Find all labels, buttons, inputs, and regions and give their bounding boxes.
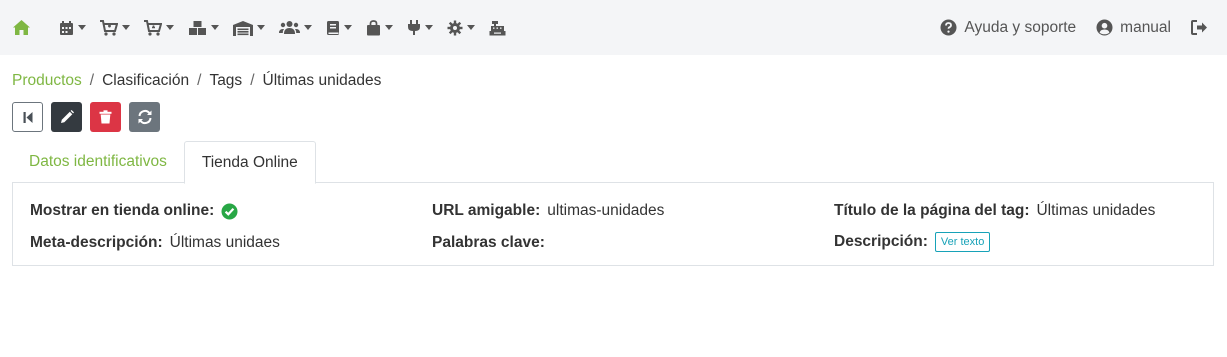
trash-icon xyxy=(99,110,112,124)
logout-link[interactable] xyxy=(1191,20,1215,35)
plug-icon xyxy=(408,20,420,35)
chevron-down-icon xyxy=(166,25,174,30)
cash-register-icon xyxy=(489,20,506,35)
users-icon xyxy=(279,21,300,34)
field-value: Últimas unidades xyxy=(1036,202,1156,219)
ver-texto-button[interactable]: Ver texto xyxy=(934,232,991,252)
field-label: Mostrar en tienda online: xyxy=(30,202,215,219)
field-label: Meta-descripción: xyxy=(30,234,163,251)
chevron-down-icon xyxy=(344,25,352,30)
help-label: Ayuda y soporte xyxy=(964,18,1077,36)
calendar-icon xyxy=(60,20,73,35)
home-link[interactable] xyxy=(12,0,39,55)
help-link[interactable]: Ayuda y soporte xyxy=(940,19,1076,37)
menu-warehouse[interactable] xyxy=(233,0,273,55)
field-titulo-pagina: Título de la página del tag: Últimas uni… xyxy=(834,202,1155,220)
field-label: Título de la página del tag: xyxy=(834,202,1030,219)
menu-pos[interactable] xyxy=(489,0,514,55)
book-icon xyxy=(327,20,339,35)
user-circle-icon xyxy=(1096,19,1113,36)
tienda-online-panel: Mostrar en tienda online: URL amigable: … xyxy=(12,182,1214,266)
edit-button[interactable] xyxy=(51,102,82,132)
main-menu xyxy=(12,0,520,55)
tab-datos-identificativos[interactable]: Datos identificativos xyxy=(12,141,184,183)
chevron-down-icon xyxy=(257,25,265,30)
field-value: Últimas unidaes xyxy=(169,234,280,251)
menu-purchases-cart[interactable] xyxy=(144,0,182,55)
check-circle-icon xyxy=(221,203,238,219)
sync-icon xyxy=(138,109,151,125)
breadcrumb-current: Últimas unidades xyxy=(262,72,382,89)
cart-icon xyxy=(144,19,162,36)
menu-calendar[interactable] xyxy=(59,0,94,55)
user-label: manual xyxy=(1120,18,1171,36)
menu-contacts[interactable] xyxy=(279,0,320,55)
pencil-icon xyxy=(60,110,74,123)
top-navbar: Ayuda y soporte manual xyxy=(0,0,1227,55)
user-link[interactable]: manual xyxy=(1096,19,1171,37)
breadcrumb-separator: / xyxy=(250,72,255,89)
field-descripcion: Descripción: Ver texto xyxy=(834,232,991,252)
boxes-icon xyxy=(189,20,206,35)
menu-sales-cart[interactable] xyxy=(100,0,138,55)
field-meta-descripcion: Meta-descripción: Últimas unidaes xyxy=(30,234,280,252)
shopping-bag-icon xyxy=(367,19,380,35)
back-button[interactable] xyxy=(12,102,43,132)
chevron-down-icon xyxy=(385,25,393,30)
field-label: Descripción: xyxy=(834,233,928,250)
action-toolbar xyxy=(12,102,168,132)
menu-admin[interactable] xyxy=(447,0,483,55)
field-label: URL amigable: xyxy=(432,202,541,219)
breadcrumb-clasificacion: Clasificación xyxy=(102,72,190,89)
question-circle-icon xyxy=(940,19,957,36)
breadcrumb-separator: / xyxy=(89,72,95,89)
menu-warehouse-boxes[interactable] xyxy=(188,0,227,55)
cart-icon xyxy=(100,19,118,36)
sign-out-icon xyxy=(1191,20,1207,35)
chevron-down-icon xyxy=(467,25,475,30)
field-url-amigable: URL amigable: ultimas-unidades xyxy=(432,202,664,220)
menu-plugins[interactable] xyxy=(407,0,441,55)
home-icon xyxy=(13,20,30,35)
delete-button[interactable] xyxy=(90,102,121,132)
breadcrumb: Productos / Clasificación / Tags / Últim… xyxy=(12,72,381,90)
field-label: Palabras clave: xyxy=(432,234,545,251)
warehouse-icon xyxy=(233,20,253,36)
tab-tienda-online[interactable]: Tienda Online xyxy=(183,141,316,184)
field-value: ultimas-unidades xyxy=(547,202,665,219)
menu-shop[interactable] xyxy=(366,0,401,55)
field-palabras-clave: Palabras clave: xyxy=(432,234,552,252)
chevron-down-icon xyxy=(425,25,433,30)
field-mostrar-tienda: Mostrar en tienda online: xyxy=(30,202,238,220)
breadcrumb-separator: / xyxy=(197,72,202,89)
chevron-down-icon xyxy=(304,25,312,30)
breadcrumb-tags: Tags xyxy=(209,72,243,89)
gear-icon xyxy=(447,20,463,35)
tab-bar: Datos identificativos Tienda Online xyxy=(12,141,1214,184)
breadcrumb-productos[interactable]: Productos xyxy=(12,72,82,90)
first-page-icon xyxy=(23,111,32,123)
user-menu: Ayuda y soporte manual xyxy=(920,19,1215,37)
refresh-button[interactable] xyxy=(129,102,160,132)
chevron-down-icon xyxy=(78,25,86,30)
menu-accounting[interactable] xyxy=(326,0,360,55)
chevron-down-icon xyxy=(122,25,130,30)
chevron-down-icon xyxy=(211,25,219,30)
